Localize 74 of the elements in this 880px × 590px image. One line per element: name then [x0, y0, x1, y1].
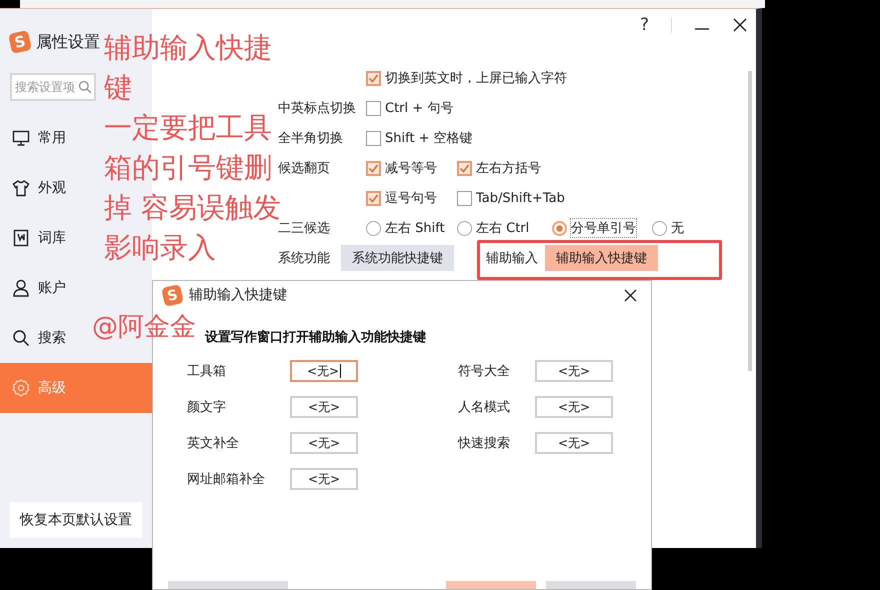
- option-label: Shift + 空格键: [385, 130, 473, 147]
- gear-icon: [12, 379, 30, 397]
- annotation-line: 键: [104, 70, 132, 106]
- radio-button[interactable]: [552, 220, 567, 236]
- sidebar-item[interactable]: 搜索: [0, 313, 72, 363]
- field-label: 网址邮箱补全: [187, 471, 266, 488]
- option-label: 分号单引号: [571, 219, 636, 237]
- annotation-line: 掉 容易误触发: [104, 190, 281, 224]
- checkbox[interactable]: [366, 100, 381, 116]
- checkbox[interactable]: [366, 160, 381, 176]
- radio-button[interactable]: [366, 220, 381, 236]
- close-icon[interactable]: [624, 288, 637, 302]
- shortcut-field[interactable]: <无>: [535, 432, 613, 454]
- setting-label: 辅助输入: [486, 250, 539, 267]
- close-icon[interactable]: [732, 17, 748, 33]
- shirt-icon: [12, 179, 30, 197]
- setting-label: 二三候选: [278, 220, 331, 237]
- field-label: 符号大全: [458, 363, 511, 380]
- person-icon: [12, 279, 30, 297]
- book-icon: [12, 229, 30, 247]
- shortcut-button[interactable]: 辅助输入快捷键: [545, 245, 658, 271]
- sidebar-item[interactable]: 账户: [0, 263, 72, 313]
- option-label: 切换到英文时，上屏已输入字符: [385, 70, 567, 87]
- annotation-line: 箱的引号键删: [104, 150, 272, 186]
- annotation-line: 影响录入: [104, 230, 216, 266]
- scrollbar[interactable]: [748, 71, 752, 371]
- option-label: 减号等号: [385, 160, 437, 177]
- checkbox[interactable]: [366, 130, 381, 146]
- sidebar-item[interactable]: 外观: [0, 163, 72, 213]
- dialog-title: 辅助输入快捷键: [189, 286, 288, 304]
- shortcut-field[interactable]: <无>: [290, 432, 358, 454]
- search-icon: [78, 80, 92, 94]
- search-icon: [12, 329, 30, 347]
- shortcut-field[interactable]: <无>: [290, 360, 358, 382]
- checkbox[interactable]: [457, 160, 472, 176]
- radio-button[interactable]: [457, 220, 472, 236]
- setting-label: 系统功能: [278, 250, 331, 267]
- option-label: 无: [671, 220, 684, 237]
- annotation-line: 辅助输入快捷: [104, 30, 272, 66]
- reset-button[interactable]: 恢复本页默认设置: [10, 502, 142, 538]
- option-label: 逗号句号: [385, 190, 437, 207]
- checkbox[interactable]: [457, 190, 472, 206]
- option-label: 左右方括号: [476, 160, 541, 177]
- setting-label: 全半角切换: [278, 130, 344, 147]
- shortcut-field[interactable]: <无>: [535, 360, 613, 382]
- dialog-heading: 设置写作窗口打开辅助输入功能快捷键: [205, 328, 427, 346]
- app-logo: S: [8, 30, 32, 54]
- option-label: 左右 Ctrl: [476, 220, 530, 237]
- radio-button[interactable]: [652, 220, 667, 236]
- shortcut-field[interactable]: <无>: [290, 468, 358, 490]
- checkbox[interactable]: [366, 190, 381, 206]
- checkbox[interactable]: [366, 70, 381, 86]
- setting-label: 中英标点切换: [278, 100, 357, 117]
- window-title: 属性设置: [36, 32, 100, 52]
- search-field[interactable]: 搜索设置项: [10, 73, 96, 101]
- option-label: Tab/Shift+Tab: [476, 190, 565, 206]
- shortcut-field[interactable]: <无>: [290, 396, 358, 418]
- field-label: 工具箱: [187, 363, 227, 380]
- sidebar-item[interactable]: 常用: [0, 113, 72, 163]
- shortcut-button[interactable]: 系统功能快捷键: [341, 245, 454, 271]
- annotation-signature: @阿金金: [92, 311, 196, 344]
- sidebar-item[interactable]: 词库: [0, 213, 72, 263]
- setting-label: 候选翻页: [278, 160, 331, 177]
- annotation-line: 一定要把工具: [104, 110, 272, 146]
- option-label: 左右 Shift: [385, 220, 445, 237]
- field-label: 人名模式: [458, 399, 511, 416]
- field-label: 快速搜索: [458, 435, 511, 452]
- field-label: 颜文字: [187, 399, 227, 416]
- help-button[interactable]: ?: [640, 15, 649, 35]
- field-label: 英文补全: [187, 435, 240, 452]
- monitor-icon: [12, 129, 30, 147]
- app-logo: S: [161, 284, 184, 306]
- option-label: Ctrl + 句号: [385, 100, 454, 117]
- shortcut-field[interactable]: <无>: [535, 396, 613, 418]
